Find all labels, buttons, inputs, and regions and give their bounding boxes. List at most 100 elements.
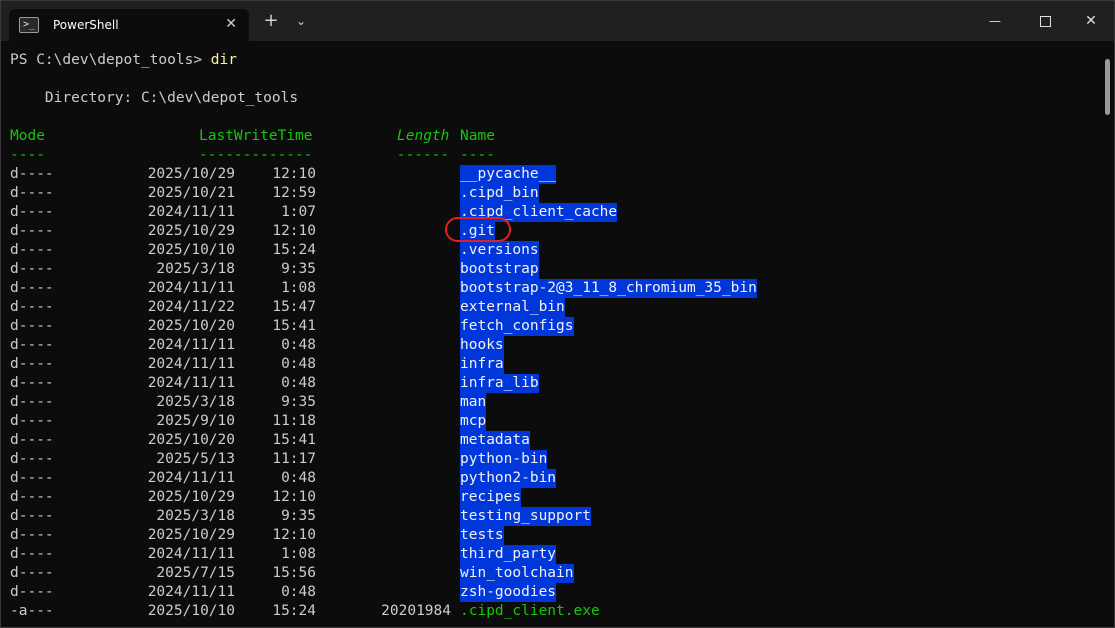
row-time: 12:10 xyxy=(272,489,316,505)
table-row: d---- 2025/10/29 12:10 tests xyxy=(1,526,1101,545)
row-mode: d---- xyxy=(10,413,54,429)
row-mode: d---- xyxy=(10,204,54,220)
row-mode: d---- xyxy=(10,527,54,543)
row-time: 1:08 xyxy=(281,546,316,562)
new-tab-button[interactable]: + xyxy=(261,11,281,31)
tab-title: PowerShell xyxy=(53,18,119,32)
table-row: d---- 2025/3/18 9:35 bootstrap xyxy=(1,260,1101,279)
table-row: d---- 2024/11/11 1:07 .cipd_client_cache xyxy=(1,203,1101,222)
row-name[interactable]: win_toolchain xyxy=(460,564,574,583)
row-time: 1:07 xyxy=(281,204,316,220)
row-time: 15:41 xyxy=(272,318,316,334)
row-date: 2025/10/10 xyxy=(147,242,235,258)
table-row: d---- 2025/10/10 15:24 .versions xyxy=(1,241,1101,260)
header-lastwritetime: LastWriteTime xyxy=(199,128,313,144)
header-underline: ---- ------------- ------ ---- xyxy=(10,146,495,165)
row-mode: d---- xyxy=(10,242,54,258)
scrollbar[interactable] xyxy=(1105,59,1110,115)
row-mode: d---- xyxy=(10,584,54,600)
row-name[interactable]: third_party xyxy=(460,545,557,564)
row-mode: d---- xyxy=(10,432,54,448)
maximize-button[interactable] xyxy=(1021,1,1069,41)
row-time: 15:24 xyxy=(272,603,316,619)
chevron-down-icon[interactable]: ⌄ xyxy=(291,11,311,31)
row-name[interactable]: infra_lib xyxy=(460,374,539,393)
row-name[interactable]: python-bin xyxy=(460,450,548,469)
row-date: 2025/3/18 xyxy=(156,508,235,524)
table-row: d---- 2025/10/20 15:41 metadata xyxy=(1,431,1101,450)
table-row: d---- 2025/9/10 11:18 mcp xyxy=(1,412,1101,431)
header-length: Length xyxy=(397,128,450,144)
table-row: d---- 2024/11/22 15:47 external_bin xyxy=(1,298,1101,317)
maximize-icon xyxy=(1039,15,1051,27)
row-name[interactable]: infra xyxy=(460,355,504,374)
row-mode: -a--- xyxy=(10,603,54,619)
row-time: 15:47 xyxy=(272,299,316,315)
prompt-line: PS C:\dev\depot_tools> dir xyxy=(10,51,237,70)
row-date: 2024/11/11 xyxy=(147,356,235,372)
table-row: d---- 2024/11/11 0:48 hooks xyxy=(1,336,1101,355)
close-button[interactable]: ✕ xyxy=(1067,1,1114,41)
row-name[interactable]: hooks xyxy=(460,336,504,355)
row-mode: d---- xyxy=(10,261,54,277)
minimize-button[interactable]: — xyxy=(971,1,1019,41)
row-name[interactable]: external_bin xyxy=(460,298,565,317)
row-mode: d---- xyxy=(10,337,54,353)
table-row: d---- 2025/10/29 12:10 __pycache__ xyxy=(1,165,1101,184)
row-date: 2024/11/11 xyxy=(147,375,235,391)
row-mode: d---- xyxy=(10,489,54,505)
row-date: 2024/11/11 xyxy=(147,337,235,353)
table-row: d---- 2025/10/29 12:10 .git xyxy=(1,222,1101,241)
row-name[interactable]: .versions xyxy=(460,241,539,260)
table-row: d---- 2025/7/15 15:56 win_toolchain xyxy=(1,564,1101,583)
table-row: d---- 2025/5/13 11:17 python-bin xyxy=(1,450,1101,469)
row-name[interactable]: zsh-goodies xyxy=(460,583,557,602)
row-name[interactable]: testing_support xyxy=(460,507,591,526)
row-mode: d---- xyxy=(10,565,54,581)
row-name[interactable]: tests xyxy=(460,526,504,545)
row-date: 2025/10/10 xyxy=(147,603,235,619)
row-name[interactable]: mcp xyxy=(460,412,487,431)
directory-line: Directory: C:\dev\depot_tools xyxy=(10,90,299,106)
row-name[interactable]: metadata xyxy=(460,431,530,450)
powershell-icon: >_ xyxy=(19,17,39,33)
row-time: 9:35 xyxy=(281,394,316,410)
row-name[interactable]: fetch_configs xyxy=(460,317,574,336)
table-row: d---- 2025/10/29 12:10 recipes xyxy=(1,488,1101,507)
row-date: 2025/10/20 xyxy=(147,318,235,334)
row-mode: d---- xyxy=(10,470,54,486)
row-name[interactable]: python2-bin xyxy=(460,469,557,488)
row-mode: d---- xyxy=(10,166,54,182)
row-date: 2025/9/10 xyxy=(156,413,235,429)
header-line: Mode LastWriteTime Length Name xyxy=(10,127,495,146)
command: dir xyxy=(210,52,237,68)
row-date: 2024/11/22 xyxy=(147,299,235,315)
underline-mode: ---- xyxy=(10,147,45,163)
row-mode: d---- xyxy=(10,299,54,315)
row-mode: d---- xyxy=(10,185,54,201)
row-time: 0:48 xyxy=(281,375,316,391)
row-name[interactable]: bootstrap-2@3_11_8_chromium_35_bin xyxy=(460,279,757,298)
row-name[interactable]: man xyxy=(460,393,487,412)
table-row: -a--- 2025/10/10 15:24 20201984 .cipd_client… xyxy=(1,602,1101,621)
row-date: 2025/10/20 xyxy=(147,432,235,448)
row-time: 1:08 xyxy=(281,280,316,296)
terminal-output[interactable]: PS C:\dev\depot_tools> dir Directory: C:… xyxy=(1,41,1101,627)
tab-powershell[interactable]: >_ PowerShell ✕ xyxy=(9,9,249,41)
row-time: 12:10 xyxy=(272,223,316,239)
row-mode: d---- xyxy=(10,451,54,467)
row-time: 0:48 xyxy=(281,584,316,600)
row-mode: d---- xyxy=(10,546,54,562)
row-name[interactable]: .cipd_client.exe xyxy=(460,602,600,621)
row-name[interactable]: __pycache__ xyxy=(460,165,557,184)
table-row: d---- 2024/11/11 1:08 bootstrap-2@3_11_8_ch… xyxy=(1,279,1101,298)
row-date: 2025/5/13 xyxy=(156,451,235,467)
tab-close-icon[interactable]: ✕ xyxy=(225,16,237,32)
row-mode: d---- xyxy=(10,394,54,410)
row-name[interactable]: bootstrap xyxy=(460,260,539,279)
row-time: 15:24 xyxy=(272,242,316,258)
row-name[interactable]: recipes xyxy=(460,488,522,507)
annotation-ring xyxy=(445,217,511,242)
row-name[interactable]: .cipd_bin xyxy=(460,184,539,203)
row-date: 2025/10/29 xyxy=(147,489,235,505)
